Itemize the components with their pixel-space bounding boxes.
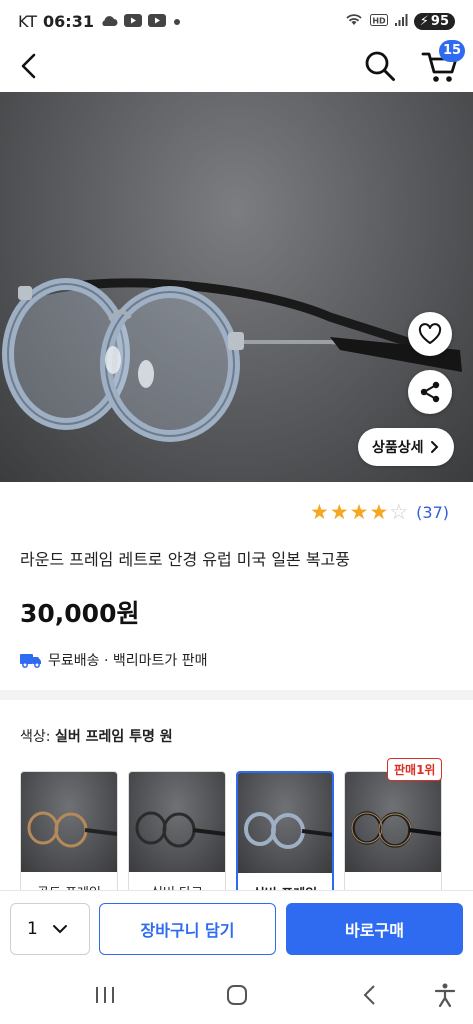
color-option-list: 골드 프레임 실버 다크 실버 프레임	[20, 771, 442, 901]
heart-icon	[418, 323, 442, 344]
favorite-button[interactable]	[408, 312, 452, 356]
signal-icon	[394, 12, 408, 31]
color-option-card-selected[interactable]: 실버 프레임	[236, 771, 334, 901]
youtube-icon	[123, 12, 142, 31]
battery-indicator: ⚡ 95	[413, 12, 455, 30]
product-image[interactable]: 상품상세	[0, 92, 473, 482]
status-bar: KT 06:31 HD ⚡ 95	[0, 0, 473, 42]
carrier-label: KT	[18, 11, 38, 31]
option-name	[345, 872, 441, 882]
truck-icon	[20, 654, 41, 668]
system-nav-bar	[0, 966, 473, 1024]
option-thumbnail	[21, 772, 117, 872]
star-filled-icon: ★	[369, 500, 389, 524]
back-icon	[363, 985, 375, 1005]
top-nav-bar	[0, 42, 473, 90]
color-option-card[interactable]	[344, 771, 442, 901]
star-filled-icon: ★	[310, 500, 329, 524]
system-back-button[interactable]	[357, 982, 383, 1008]
star-filled-icon: ★	[329, 500, 349, 524]
back-button[interactable]	[14, 50, 46, 82]
option-thumbnail	[238, 773, 332, 873]
accessibility-icon	[434, 983, 456, 1008]
home-button[interactable]	[224, 982, 250, 1008]
search-button[interactable]	[362, 48, 398, 84]
option-label-value: 실버 프레임 투명 원	[54, 729, 173, 745]
star-filled-icon: ★	[349, 500, 369, 524]
section-divider	[0, 690, 473, 700]
chevron-right-icon	[430, 441, 438, 453]
option-label-prefix: 색상:	[20, 729, 55, 745]
hd-icon: HD	[369, 12, 388, 31]
battery-level: 95	[430, 13, 449, 29]
star-empty-icon: ☆	[389, 500, 409, 524]
share-button[interactable]	[408, 370, 452, 414]
share-icon	[420, 381, 440, 403]
home-icon	[227, 985, 247, 1005]
glasses-illustration	[2, 278, 462, 442]
chevron-left-icon	[21, 53, 36, 79]
option-thumbnail	[345, 772, 441, 872]
product-price: 30,000원	[20, 599, 140, 628]
shipping-text: 무료배송 · 백리마트가 판매	[48, 653, 208, 669]
svg-text:HD: HD	[372, 16, 386, 25]
option-label: 색상: 실버 프레임 투명 원	[20, 726, 173, 746]
product-title: 라운드 프레임 레트로 안경 유럽 미국 일본 복고풍	[20, 550, 351, 569]
add-to-cart-button[interactable]: 장바구니 담기	[99, 903, 276, 955]
rating-row[interactable]: ★ ★ ★ ★ ☆ (37)	[310, 502, 449, 523]
recent-apps-button[interactable]	[92, 982, 118, 1008]
cloud-icon	[100, 12, 118, 31]
search-icon	[365, 51, 395, 81]
cart-count-badge: 15	[439, 40, 465, 62]
option-thumbnail	[129, 772, 225, 872]
recent-apps-icon	[96, 987, 114, 1003]
product-detail-label: 상품상세	[372, 440, 424, 456]
quantity-value: 1	[27, 919, 38, 939]
purchase-bar: 1 장바구니 담기 바로구매	[0, 890, 473, 966]
dot-icon	[172, 12, 182, 31]
accessibility-button[interactable]	[432, 982, 458, 1008]
chevron-down-icon	[52, 925, 67, 934]
rating-stars: ★ ★ ★ ★ ☆	[310, 502, 408, 523]
color-option-card[interactable]: 실버 다크	[128, 771, 226, 901]
shipping-info: 무료배송 · 백리마트가 판매	[20, 650, 207, 670]
product-detail-button[interactable]: 상품상세	[358, 428, 454, 466]
buy-now-button[interactable]: 바로구매	[286, 903, 463, 955]
quantity-select[interactable]: 1	[10, 903, 90, 955]
review-count[interactable]: (37)	[416, 503, 449, 522]
wifi-icon	[344, 11, 364, 31]
bolt-icon: ⚡	[419, 13, 429, 29]
color-option-card[interactable]: 골드 프레임	[20, 771, 118, 901]
clock-time: 06:31	[43, 11, 94, 31]
youtube-icon-2	[147, 12, 166, 31]
best-seller-badge: 판매1위	[387, 758, 443, 781]
